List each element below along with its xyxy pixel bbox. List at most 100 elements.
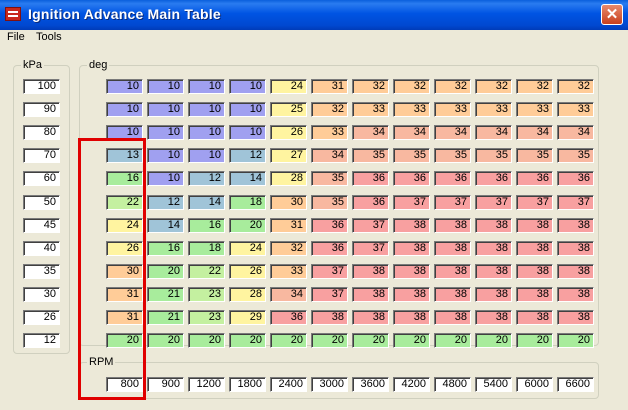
table-cell[interactable]: 38 xyxy=(557,240,594,256)
table-cell[interactable]: 33 xyxy=(516,102,553,118)
table-cell[interactable]: 20 xyxy=(557,333,594,349)
table-cell[interactable]: 38 xyxy=(475,240,512,256)
table-cell[interactable]: 12 xyxy=(147,194,184,210)
menu-tools[interactable]: Tools xyxy=(36,31,62,43)
table-cell[interactable]: 37 xyxy=(434,194,471,210)
rpm-cell[interactable]: 4800 xyxy=(434,377,471,392)
table-cell[interactable]: 38 xyxy=(475,310,512,325)
table-cell[interactable]: 32 xyxy=(352,79,389,94)
table-cell[interactable]: 38 xyxy=(475,263,512,279)
table-cell[interactable]: 20 xyxy=(270,333,307,349)
table-cell[interactable]: 37 xyxy=(352,217,389,233)
table-cell[interactable]: 36 xyxy=(311,240,348,256)
table-cell[interactable]: 38 xyxy=(393,310,430,325)
table-cell[interactable]: 34 xyxy=(270,286,307,302)
table-cell[interactable]: 36 xyxy=(352,171,389,187)
table-cell[interactable]: 31 xyxy=(311,79,348,94)
table-cell[interactable]: 37 xyxy=(557,194,594,210)
table-cell[interactable]: 38 xyxy=(352,263,389,279)
table-cell[interactable]: 25 xyxy=(270,102,307,118)
table-cell[interactable]: 20 xyxy=(352,333,389,349)
table-cell[interactable]: 22 xyxy=(188,263,225,279)
table-cell[interactable]: 10 xyxy=(147,102,184,118)
table-cell[interactable]: 38 xyxy=(434,286,471,302)
kpa-cell[interactable]: 90 xyxy=(23,102,60,118)
table-cell[interactable]: 38 xyxy=(557,310,594,325)
table-cell[interactable]: 36 xyxy=(475,171,512,187)
table-cell[interactable]: 38 xyxy=(557,217,594,233)
table-cell[interactable]: 38 xyxy=(434,217,471,233)
table-cell[interactable]: 36 xyxy=(516,171,553,187)
table-cell[interactable]: 12 xyxy=(229,148,266,164)
table-cell[interactable]: 38 xyxy=(393,286,430,302)
table-cell[interactable]: 20 xyxy=(434,333,471,349)
table-cell[interactable]: 33 xyxy=(311,125,348,141)
table-cell[interactable]: 20 xyxy=(516,333,553,349)
table-cell[interactable]: 18 xyxy=(229,194,266,210)
table-cell[interactable]: 38 xyxy=(352,310,389,325)
table-cell[interactable]: 33 xyxy=(434,102,471,118)
table-cell[interactable]: 36 xyxy=(352,194,389,210)
kpa-cell[interactable]: 70 xyxy=(23,148,60,164)
table-cell[interactable]: 20 xyxy=(147,263,184,279)
table-cell[interactable]: 20 xyxy=(475,333,512,349)
table-cell[interactable]: 35 xyxy=(557,148,594,164)
table-cell[interactable]: 38 xyxy=(352,286,389,302)
kpa-cell[interactable]: 30 xyxy=(23,286,60,302)
table-cell[interactable]: 37 xyxy=(311,286,348,302)
table-cell[interactable]: 20 xyxy=(229,333,266,349)
table-cell[interactable]: 35 xyxy=(393,148,430,164)
table-cell[interactable]: 34 xyxy=(434,125,471,141)
table-cell[interactable]: 38 xyxy=(434,240,471,256)
table-cell[interactable]: 14 xyxy=(188,194,225,210)
kpa-cell[interactable]: 100 xyxy=(23,79,60,94)
table-cell[interactable]: 16 xyxy=(147,240,184,256)
table-cell[interactable]: 32 xyxy=(393,79,430,94)
table-cell[interactable]: 32 xyxy=(516,79,553,94)
rpm-cell[interactable]: 3000 xyxy=(311,377,348,392)
kpa-cell[interactable]: 35 xyxy=(23,263,60,279)
table-cell[interactable]: 28 xyxy=(229,286,266,302)
table-cell[interactable]: 37 xyxy=(475,194,512,210)
table-cell[interactable]: 14 xyxy=(147,217,184,233)
kpa-cell[interactable]: 45 xyxy=(23,217,60,233)
table-cell[interactable]: 38 xyxy=(516,217,553,233)
table-cell[interactable]: 38 xyxy=(393,217,430,233)
table-cell[interactable]: 20 xyxy=(229,217,266,233)
table-cell[interactable]: 36 xyxy=(434,171,471,187)
table-cell[interactable]: 20 xyxy=(393,333,430,349)
table-cell[interactable]: 33 xyxy=(352,102,389,118)
table-cell[interactable]: 38 xyxy=(311,310,348,325)
table-cell[interactable]: 34 xyxy=(352,125,389,141)
close-button[interactable]: ✕ xyxy=(601,4,623,25)
table-cell[interactable]: 37 xyxy=(393,194,430,210)
table-cell[interactable]: 12 xyxy=(188,171,225,187)
table-cell[interactable]: 26 xyxy=(229,263,266,279)
table-cell[interactable]: 38 xyxy=(557,286,594,302)
table-cell[interactable]: 24 xyxy=(270,79,307,94)
rpm-cell[interactable]: 5400 xyxy=(475,377,512,392)
table-cell[interactable]: 28 xyxy=(270,171,307,187)
table-cell[interactable]: 37 xyxy=(311,263,348,279)
rpm-cell[interactable]: 6000 xyxy=(516,377,553,392)
table-cell[interactable]: 38 xyxy=(557,263,594,279)
table-cell[interactable]: 34 xyxy=(311,148,348,164)
rpm-cell[interactable]: 900 xyxy=(147,377,184,392)
rpm-cell[interactable]: 3600 xyxy=(352,377,389,392)
table-cell[interactable]: 14 xyxy=(229,171,266,187)
table-cell[interactable]: 35 xyxy=(352,148,389,164)
table-cell[interactable]: 18 xyxy=(188,240,225,256)
kpa-cell[interactable]: 60 xyxy=(23,171,60,187)
table-cell[interactable]: 38 xyxy=(516,286,553,302)
table-cell[interactable]: 37 xyxy=(516,194,553,210)
app-icon[interactable] xyxy=(5,7,21,21)
rpm-cell[interactable]: 2400 xyxy=(270,377,307,392)
table-cell[interactable]: 35 xyxy=(434,148,471,164)
table-cell[interactable]: 34 xyxy=(475,125,512,141)
kpa-cell[interactable]: 80 xyxy=(23,125,60,141)
table-cell[interactable]: 16 xyxy=(188,217,225,233)
table-cell[interactable]: 10 xyxy=(147,171,184,187)
table-cell[interactable]: 35 xyxy=(516,148,553,164)
table-cell[interactable]: 24 xyxy=(229,240,266,256)
table-cell[interactable]: 34 xyxy=(516,125,553,141)
